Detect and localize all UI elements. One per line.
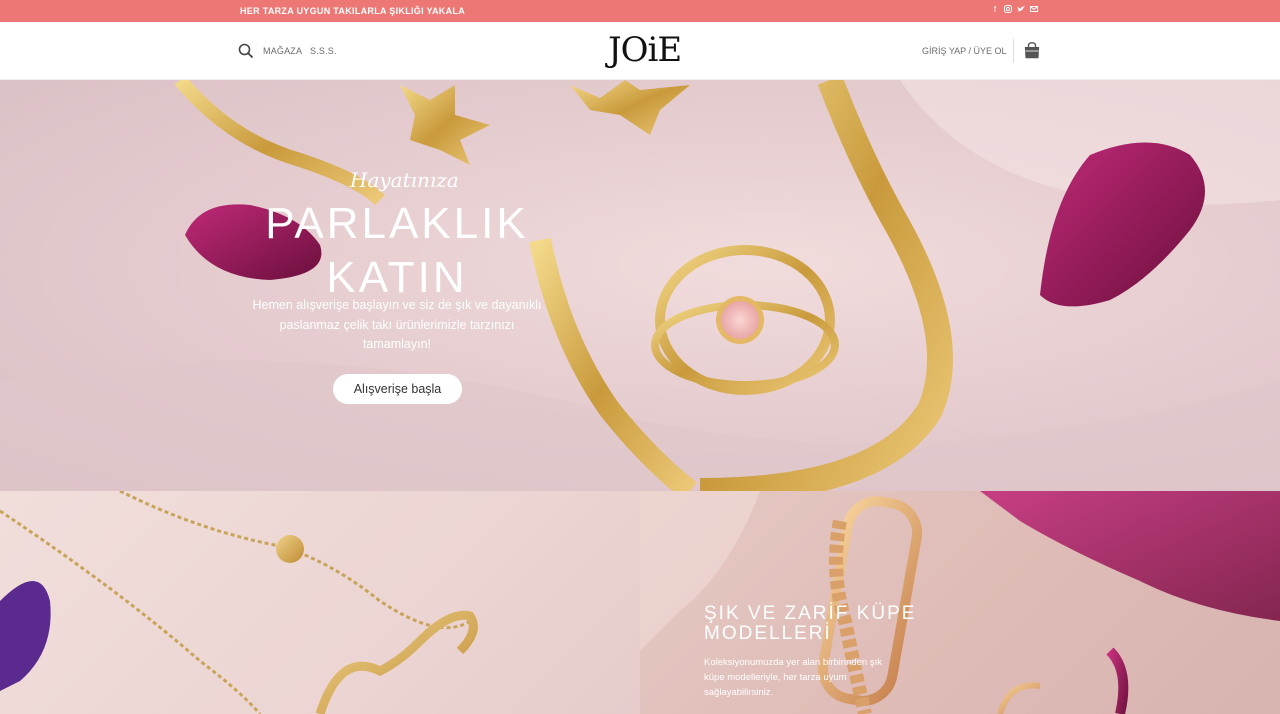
site-header: MAĞAZA S.S.S. JOiE GİRİŞ YAP / ÜYE OL	[0, 22, 1280, 80]
header-divider	[1013, 39, 1014, 63]
facebook-icon[interactable]: f	[991, 5, 999, 14]
earrings-title-line-2: MODELLERİ	[704, 623, 832, 644]
hero-banner: Hayatınıza PARLAKLIK KATIN Hemen alışver…	[0, 80, 1280, 491]
earrings-title: ŞIK VE ZARİF KÜPE MODELLERİ	[704, 604, 934, 644]
site-logo[interactable]: JOiE	[608, 30, 682, 70]
hero-description-line-1: Hemen alışverişe başlayın ve siz de şık …	[252, 298, 542, 312]
nav-shop[interactable]: MAĞAZA	[263, 46, 302, 56]
nav-faq[interactable]: S.S.S.	[310, 46, 337, 56]
login-register-link[interactable]: GİRİŞ YAP / ÜYE OL	[922, 46, 1007, 56]
email-icon[interactable]	[1030, 5, 1038, 14]
hero-headline-line-1: PARLAKLIK	[265, 199, 529, 248]
hero-script-text: Hayatınıza	[350, 168, 459, 192]
earrings-description: Koleksiyonumuzda yer alan birbirinden şı…	[704, 655, 924, 700]
hero-description-line-2: paslanmaz çelik takı ürünlerimizle tarzı…	[279, 317, 515, 332]
hero-description-line-3: tamamlayın!	[362, 337, 432, 351]
earrings-title-line-1: ŞIK VE ZARİF KÜPE	[704, 603, 917, 624]
necklace-promo-panel[interactable]	[0, 491, 640, 714]
earrings-description-line-1: Koleksiyonumuzda yer alan birbirinden şı…	[704, 657, 882, 668]
twitter-icon[interactable]	[1017, 5, 1025, 14]
announcement-text: HER TARZA UYGUN TAKILARLA ŞIKLIĞI YAKALA	[240, 6, 465, 16]
necklace-image	[0, 491, 478, 714]
hero-description: Hemen alışverişe başlayın ve siz de şık …	[238, 296, 556, 355]
earrings-promo-panel[interactable]: ŞIK VE ZARİF KÜPE MODELLERİ Koleksiyonum…	[640, 491, 1280, 714]
earrings-description-line-3: sağlayabilirsiniz.	[704, 687, 774, 698]
earrings-description-line-2: küpe modelleriyle, her tarza uyum	[704, 672, 847, 683]
hero-headline: PARLAKLIK KATIN	[230, 197, 564, 305]
social-links: f	[991, 5, 1038, 14]
announcement-bar: HER TARZA UYGUN TAKILARLA ŞIKLIĞI YAKALA…	[0, 0, 1280, 22]
instagram-icon[interactable]	[1004, 5, 1012, 14]
hero-product-image	[0, 80, 1280, 491]
cart-icon[interactable]	[1024, 42, 1040, 59]
search-icon[interactable]	[238, 43, 254, 59]
start-shopping-button[interactable]: Alışverişe başla	[333, 374, 462, 404]
